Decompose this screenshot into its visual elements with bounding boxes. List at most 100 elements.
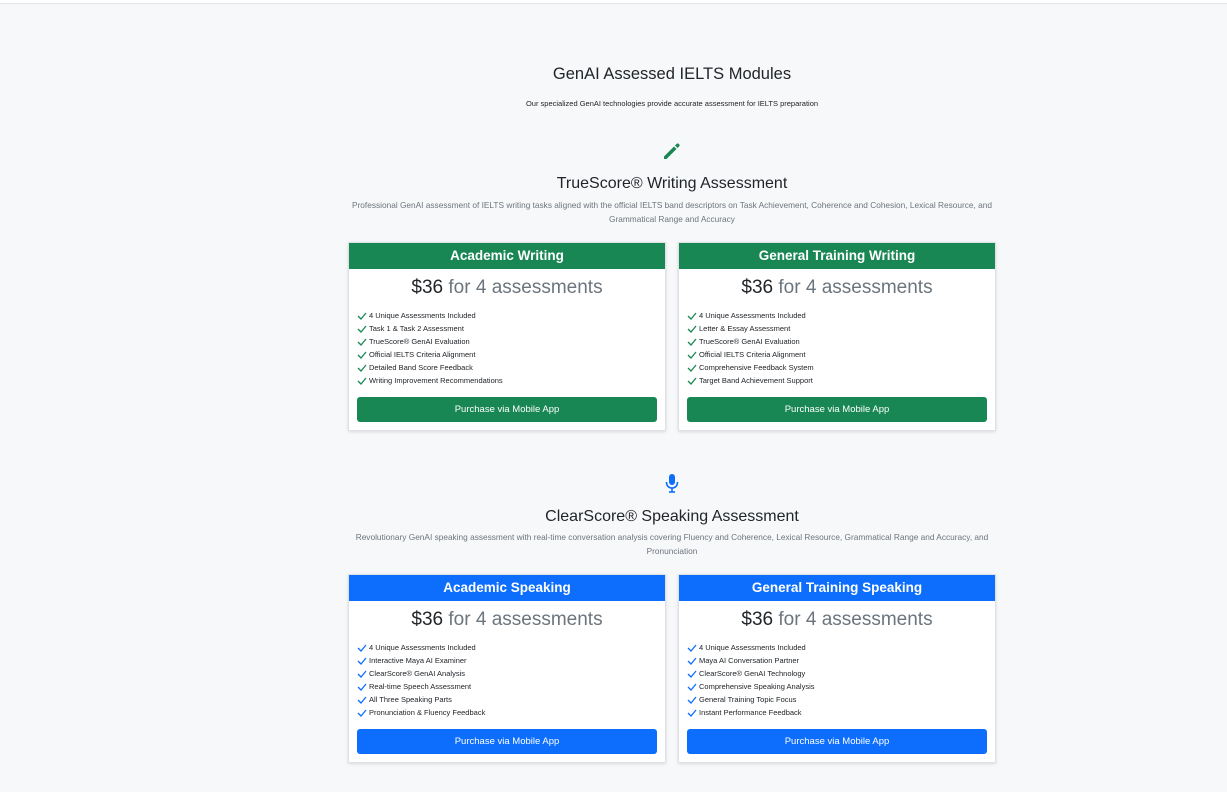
check-icon	[357, 351, 367, 359]
check-icon	[357, 377, 367, 385]
list-item: Real-time Speech Assessment	[357, 680, 485, 693]
check-icon	[357, 696, 367, 704]
list-item: Comprehensive Feedback System	[687, 361, 814, 374]
list-item: Task 1 & Task 2 Assessment	[357, 322, 503, 335]
feature-text: Maya AI Conversation Partner	[699, 656, 800, 665]
card-title: General Training Writing	[679, 243, 995, 269]
feature-text: 4 Unique Assessments Included	[699, 643, 806, 652]
price: $36 for 4 assessments	[349, 277, 665, 299]
pencil-icon	[660, 139, 684, 163]
writing-description: Professional GenAI assessment of IELTS w…	[352, 200, 992, 224]
feature-text: TrueScore® GenAI Evaluation	[699, 337, 800, 346]
feature-text: Instant Performance Feedback	[699, 708, 802, 717]
list-item: TrueScore® GenAI Evaluation	[357, 335, 503, 348]
card-title: Academic Writing	[349, 243, 665, 269]
list-item: Interactive Maya AI Examiner	[357, 654, 485, 667]
price-unit: for 4 assessments	[443, 277, 603, 298]
page-title: GenAI Assessed IELTS Modules	[552, 65, 792, 83]
feature-text: Target Band Achievement Support	[699, 376, 813, 385]
check-icon	[687, 364, 697, 372]
list-item: Comprehensive Speaking Analysis	[687, 680, 814, 693]
purchase-button[interactable]: Purchase via Mobile App	[357, 729, 657, 754]
check-icon	[687, 657, 697, 665]
list-item: ClearScore® GenAI Technology	[687, 667, 814, 680]
feature-text: Comprehensive Feedback System	[699, 363, 814, 372]
list-item: 4 Unique Assessments Included	[357, 641, 485, 654]
feature-text: Letter & Essay Assessment	[699, 324, 791, 333]
feature-text: Writing Improvement Recommendations	[369, 376, 503, 385]
list-item: Official IELTS Criteria Alignment	[357, 348, 503, 361]
check-icon	[357, 670, 367, 678]
check-icon	[687, 338, 697, 346]
feature-text: TrueScore® GenAI Evaluation	[369, 337, 470, 346]
list-item: Instant Performance Feedback	[687, 706, 814, 719]
price-unit: for 4 assessments	[773, 277, 933, 298]
check-icon	[357, 644, 367, 652]
price-amount: $36	[741, 609, 774, 630]
feature-text: ClearScore® GenAI Technology	[699, 669, 806, 678]
list-item: Letter & Essay Assessment	[687, 322, 814, 335]
feature-text: General Training Topic Focus	[699, 695, 797, 704]
list-item: 4 Unique Assessments Included	[687, 641, 814, 654]
check-icon	[687, 351, 697, 359]
feature-text: ClearScore® GenAI Analysis	[369, 669, 465, 678]
check-icon	[687, 670, 697, 678]
list-item: 4 Unique Assessments Included	[687, 309, 814, 322]
list-item: Pronunciation & Fluency Feedback	[357, 706, 485, 719]
list-item: Detailed Band Score Feedback	[357, 361, 503, 374]
card-academic-speaking: Academic Speaking $36 for 4 assessments …	[348, 574, 666, 763]
price: $36 for 4 assessments	[679, 609, 995, 631]
writing-title: TrueScore® Writing Assessment	[556, 175, 788, 192]
check-icon	[687, 709, 697, 717]
feature-text: 4 Unique Assessments Included	[369, 311, 476, 320]
list-item: 4 Unique Assessments Included	[357, 309, 503, 322]
price-unit: for 4 assessments	[443, 609, 603, 630]
feature-text: Real-time Speech Assessment	[369, 682, 472, 691]
speaking-title: ClearScore® Speaking Assessment	[545, 508, 799, 525]
price: $36 for 4 assessments	[679, 277, 995, 299]
feature-text: Interactive Maya AI Examiner	[369, 656, 467, 665]
card-general-speaking: General Training Speaking $36 for 4 asse…	[678, 574, 996, 763]
price-unit: for 4 assessments	[773, 609, 933, 630]
feature-list: 4 Unique Assessments Included Letter & E…	[687, 309, 814, 387]
check-icon	[357, 338, 367, 346]
feature-text: 4 Unique Assessments Included	[369, 643, 476, 652]
feature-list: 4 Unique Assessments Included Task 1 & T…	[357, 309, 503, 387]
card-academic-writing: Academic Writing $36 for 4 assessments 4…	[348, 242, 666, 431]
list-item: General Training Topic Focus	[687, 693, 814, 706]
check-icon	[357, 683, 367, 691]
list-item: TrueScore® GenAI Evaluation	[687, 335, 814, 348]
list-item: All Three Speaking Parts	[357, 693, 485, 706]
speaking-description: Revolutionary GenAI speaking assessment …	[355, 532, 989, 556]
feature-text: All Three Speaking Parts	[369, 695, 452, 704]
list-item: Official IELTS Criteria Alignment	[687, 348, 814, 361]
list-item: ClearScore® GenAI Analysis	[357, 667, 485, 680]
card-title: General Training Speaking	[679, 575, 995, 601]
check-icon	[687, 312, 697, 320]
price-amount: $36	[411, 277, 444, 298]
purchase-button[interactable]: Purchase via Mobile App	[687, 729, 987, 754]
check-icon	[357, 709, 367, 717]
card-title: Academic Speaking	[349, 575, 665, 601]
feature-text: Detailed Band Score Feedback	[369, 363, 473, 372]
check-icon	[357, 325, 367, 333]
check-icon	[687, 377, 697, 385]
feature-text: Pronunciation & Fluency Feedback	[369, 708, 486, 717]
card-general-writing: General Training Writing $36 for 4 asses…	[678, 242, 996, 431]
feature-text: Official IELTS Criteria Alignment	[699, 350, 806, 359]
top-border	[0, 0, 1227, 4]
check-icon	[357, 312, 367, 320]
purchase-button[interactable]: Purchase via Mobile App	[687, 397, 987, 422]
feature-text: Task 1 & Task 2 Assessment	[369, 324, 464, 333]
price: $36 for 4 assessments	[349, 609, 665, 631]
page-subtitle: Our specialized GenAI technologies provi…	[525, 99, 819, 108]
check-icon	[687, 644, 697, 652]
microphone-icon	[660, 471, 684, 495]
price-amount: $36	[411, 609, 444, 630]
check-icon	[687, 683, 697, 691]
list-item: Maya AI Conversation Partner	[687, 654, 814, 667]
check-icon	[687, 325, 697, 333]
purchase-button[interactable]: Purchase via Mobile App	[357, 397, 657, 422]
feature-text: Official IELTS Criteria Alignment	[369, 350, 476, 359]
feature-text: Comprehensive Speaking Analysis	[699, 682, 815, 691]
